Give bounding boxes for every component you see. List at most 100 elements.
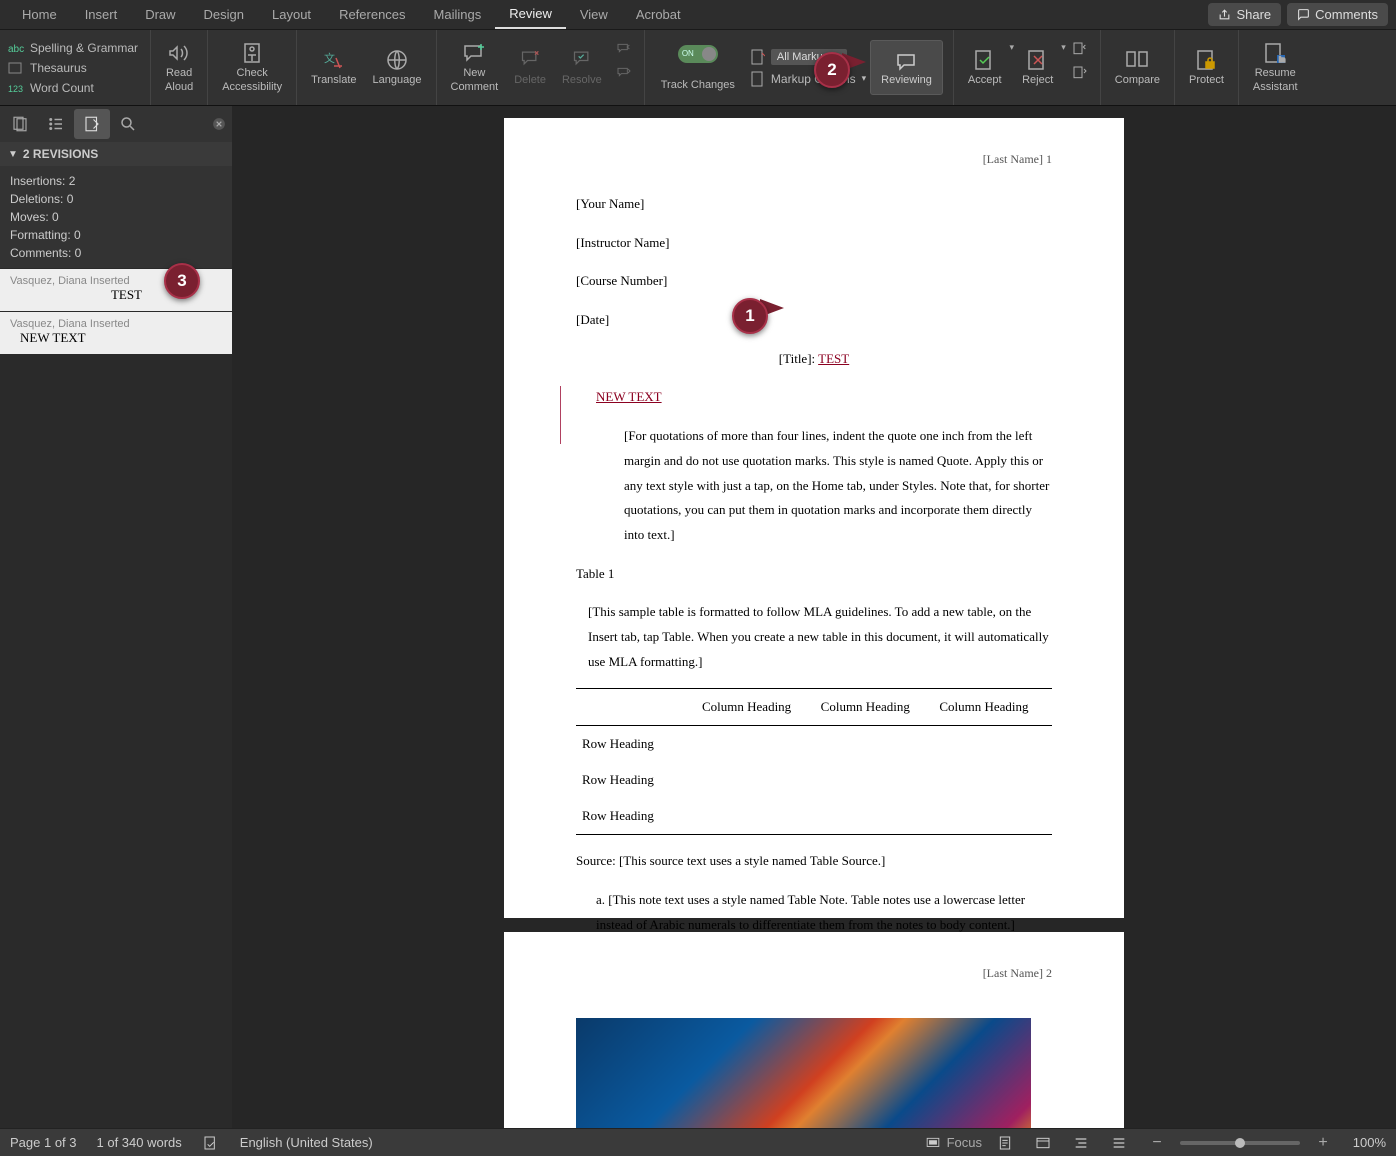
- comments-count: Comments: 0: [10, 244, 222, 262]
- new-comment-button[interactable]: New Comment: [443, 34, 507, 101]
- moves-count: Moves: 0: [10, 208, 222, 226]
- spelling-grammar-button[interactable]: abc Spelling & Grammar: [6, 40, 140, 56]
- doc-table-caption[interactable]: [This sample table is formatted to follo…: [588, 600, 1052, 674]
- protect-button[interactable]: Protect: [1181, 34, 1232, 101]
- revisions-tab[interactable]: [74, 109, 110, 139]
- document-page-1[interactable]: [Last Name] 1 [Your Name] [Instructor Na…: [504, 118, 1124, 918]
- row-heading: Row Heading: [576, 726, 696, 763]
- zoom-in-button[interactable]: +: [1308, 1132, 1338, 1154]
- table-row[interactable]: Row Heading: [576, 726, 1052, 763]
- resolve-icon: [570, 48, 594, 72]
- doc-table[interactable]: Column Heading Column Heading Column Hea…: [576, 688, 1052, 835]
- doc-quote-block[interactable]: [For quotations of more than four lines,…: [624, 424, 1052, 547]
- focus-mode-button[interactable]: Focus: [924, 1132, 982, 1154]
- reviewing-pane-button[interactable]: Reviewing: [870, 40, 943, 95]
- tab-home[interactable]: Home: [8, 1, 71, 28]
- document-area[interactable]: [Last Name] 1 [Your Name] [Instructor Na…: [232, 106, 1396, 1128]
- doc-note[interactable]: a. [This note text uses a style named Ta…: [596, 888, 1052, 937]
- tab-acrobat[interactable]: Acrobat: [622, 1, 695, 28]
- revision-author: Vasquez, Diana Inserted: [10, 318, 222, 330]
- read-aloud-label: Read Aloud: [165, 67, 193, 93]
- track-changes-toggle[interactable]: ON: [678, 45, 718, 63]
- thumbnails-tab[interactable]: [2, 109, 38, 139]
- doc-your-name[interactable]: [Your Name]: [576, 192, 1052, 217]
- formatting-count: Formatting: 0: [10, 226, 222, 244]
- wordcount-icon: 123: [8, 82, 24, 94]
- col-heading: Column Heading: [933, 689, 1052, 726]
- check-accessibility-button[interactable]: Check Accessibility: [214, 34, 290, 101]
- share-button[interactable]: Share: [1208, 3, 1281, 26]
- translate-button[interactable]: 文 Translate: [303, 34, 364, 101]
- thesaurus-button[interactable]: Thesaurus: [6, 60, 140, 76]
- status-spellcheck[interactable]: [202, 1135, 220, 1151]
- revisions-header[interactable]: ▼ 2 REVISIONS: [0, 142, 232, 166]
- new-comment-icon: [462, 41, 486, 65]
- read-aloud-button[interactable]: Read Aloud: [157, 34, 201, 101]
- document-page-2[interactable]: [Last Name] 2: [504, 932, 1124, 1128]
- tab-mailings[interactable]: Mailings: [420, 1, 496, 28]
- zoom-out-button[interactable]: −: [1142, 1132, 1172, 1154]
- draft-view-button[interactable]: [1104, 1132, 1134, 1154]
- zoom-level[interactable]: 100%: [1346, 1135, 1386, 1150]
- reviewing-icon: [895, 50, 919, 74]
- word-count-button[interactable]: 123 Word Count: [6, 80, 140, 96]
- collapse-icon: ▼: [8, 149, 18, 160]
- tab-insert[interactable]: Insert: [71, 1, 132, 28]
- status-words[interactable]: 1 of 340 words: [97, 1135, 182, 1150]
- accept-label: Accept: [968, 74, 1002, 87]
- read-aloud-icon: [167, 41, 191, 65]
- status-language[interactable]: English (United States): [240, 1135, 373, 1150]
- doc-source[interactable]: Source: [This source text uses a style n…: [576, 849, 1052, 874]
- doc-title-line[interactable]: [Title]: TEST: [576, 347, 1052, 372]
- reject-button[interactable]: Reject: [1014, 46, 1061, 89]
- resolve-comment-button[interactable]: Resolve: [554, 34, 610, 101]
- language-button[interactable]: Language: [365, 34, 430, 101]
- page-header: [Last Name] 2: [983, 966, 1052, 981]
- revision-item[interactable]: Vasquez, Diana Inserted NEW TEXT: [0, 312, 232, 354]
- table-row[interactable]: Row Heading: [576, 798, 1052, 835]
- zoom-thumb[interactable]: [1235, 1138, 1245, 1148]
- doc-instructor[interactable]: [Instructor Name]: [576, 231, 1052, 256]
- comments-button[interactable]: Comments: [1287, 3, 1388, 26]
- compare-label: Compare: [1115, 74, 1160, 87]
- tab-review[interactable]: Review: [495, 0, 566, 29]
- accessibility-label: Check Accessibility: [222, 67, 282, 93]
- compare-icon: [1125, 48, 1149, 72]
- prev-comment-button[interactable]: [612, 38, 636, 60]
- spelling-icon: abc: [8, 42, 24, 54]
- revision-text: NEW TEXT: [10, 330, 222, 346]
- compare-button[interactable]: Compare: [1107, 34, 1168, 101]
- tab-layout[interactable]: Layout: [258, 1, 325, 28]
- prev-change-button[interactable]: [1068, 38, 1092, 60]
- tab-references[interactable]: References: [325, 1, 419, 28]
- zoom-slider[interactable]: [1180, 1141, 1300, 1145]
- doc-image[interactable]: [576, 1018, 1031, 1128]
- doc-date[interactable]: [Date]: [576, 308, 1052, 333]
- next-change-button[interactable]: [1068, 62, 1092, 84]
- outline-view-button[interactable]: [1066, 1132, 1096, 1154]
- callout-label: 1: [745, 306, 754, 326]
- status-page[interactable]: Page 1 of 3: [10, 1135, 77, 1150]
- doc-new-text-insertion[interactable]: NEW TEXT: [596, 385, 1052, 410]
- print-layout-button[interactable]: [990, 1132, 1020, 1154]
- tab-view[interactable]: View: [566, 1, 622, 28]
- doc-table-label[interactable]: Table 1: [576, 562, 1052, 587]
- table-row[interactable]: Row Heading: [576, 762, 1052, 798]
- language-icon: [385, 48, 409, 72]
- next-comment-button[interactable]: [612, 62, 636, 84]
- delete-comment-button[interactable]: Delete: [506, 34, 554, 101]
- find-tab[interactable]: [110, 109, 146, 139]
- tab-draw[interactable]: Draw: [131, 1, 189, 28]
- tab-design[interactable]: Design: [190, 1, 258, 28]
- doc-course[interactable]: [Course Number]: [576, 269, 1052, 294]
- close-panel-button[interactable]: [208, 113, 230, 135]
- resolve-label: Resolve: [562, 74, 602, 87]
- resume-assistant-button[interactable]: in Resume Assistant: [1245, 34, 1306, 101]
- deletions-count: Deletions: 0: [10, 190, 222, 208]
- outline-tab[interactable]: [38, 109, 74, 139]
- delete-icon: [518, 48, 542, 72]
- accept-button[interactable]: Accept: [960, 46, 1010, 89]
- markup-doc-icon: [751, 49, 765, 65]
- resume-assistant-label: Resume Assistant: [1253, 67, 1298, 93]
- web-layout-button[interactable]: [1028, 1132, 1058, 1154]
